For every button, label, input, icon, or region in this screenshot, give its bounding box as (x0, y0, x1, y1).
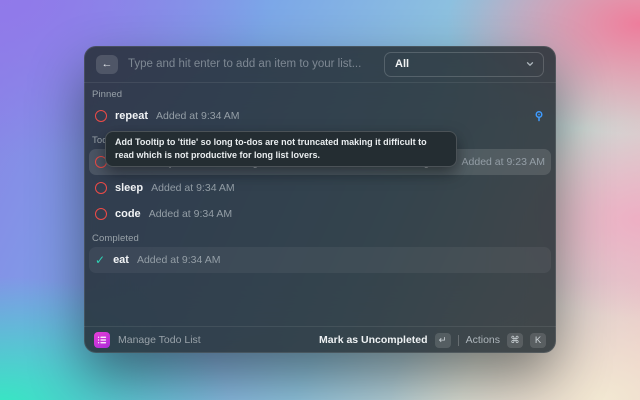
check-icon[interactable]: ✓ (95, 254, 105, 266)
todo-row-repeat[interactable]: repeat Added at 9:34 AM (89, 103, 551, 129)
todo-added-time: Added at 9:34 AM (156, 110, 240, 122)
extension-name: Manage Todo List (118, 334, 201, 346)
desktop-background: ← All PinnedrepeatAdded at 9:34 AMTodoAd… (0, 0, 640, 400)
open-circle-icon[interactable] (95, 208, 107, 220)
open-circle-icon[interactable] (95, 182, 107, 194)
todo-extension-icon (94, 332, 110, 348)
actions-menu-label[interactable]: Actions (466, 334, 500, 346)
open-circle-icon[interactable] (95, 110, 107, 122)
list-filter-dropdown[interactable]: All (384, 51, 544, 77)
todo-title: eat (113, 254, 129, 266)
chevron-down-icon (525, 59, 535, 69)
todo-list: PinnedrepeatAdded at 9:34 AMTodoAdd Tool… (84, 83, 556, 326)
cmd-keycap: ⌘ (507, 332, 523, 348)
back-button[interactable]: ← (96, 54, 118, 74)
command-header: ← All (84, 46, 556, 83)
section-label-pinned: Pinned (92, 89, 123, 100)
todo-title: sleep (115, 182, 144, 194)
action-bar: Manage Todo List Mark as Uncompleted ↵ A… (84, 326, 556, 353)
todo-title: code (115, 208, 141, 220)
todo-title: repeat (115, 110, 149, 122)
todo-row-sleep[interactable]: sleep Added at 9:34 AM (89, 175, 551, 201)
footer-actions: Mark as Uncompleted ↵ Actions ⌘ K (319, 332, 546, 348)
todo-added-time: Added at 9:34 AM (151, 182, 235, 194)
primary-action-label[interactable]: Mark as Uncompleted (319, 334, 428, 346)
title-tooltip: Add Tooltip to 'title' so long to-dos ar… (105, 131, 457, 168)
back-arrow-icon: ← (101, 57, 113, 70)
pin-icon (533, 110, 545, 122)
k-keycap: K (530, 332, 546, 348)
todo-added-time: Added at 9:34 AM (148, 208, 233, 220)
todo-added-time: Added at 9:34 AM (136, 254, 221, 266)
todo-added-time: Added at 9:23 AM (461, 156, 545, 168)
todo-row-code[interactable]: code Added at 9:34 AM (89, 201, 551, 227)
todo-row-eat[interactable]: ✓ eat Added at 9:34 AM (89, 247, 551, 273)
filter-selected-value: All (395, 58, 410, 70)
add-item-input[interactable] (128, 58, 374, 70)
enter-keycap: ↵ (434, 332, 451, 348)
footer-divider (457, 334, 459, 346)
section-label-completed: Completed (92, 233, 139, 244)
command-palette-window: ← All PinnedrepeatAdded at 9:34 AMTodoAd… (84, 46, 556, 353)
